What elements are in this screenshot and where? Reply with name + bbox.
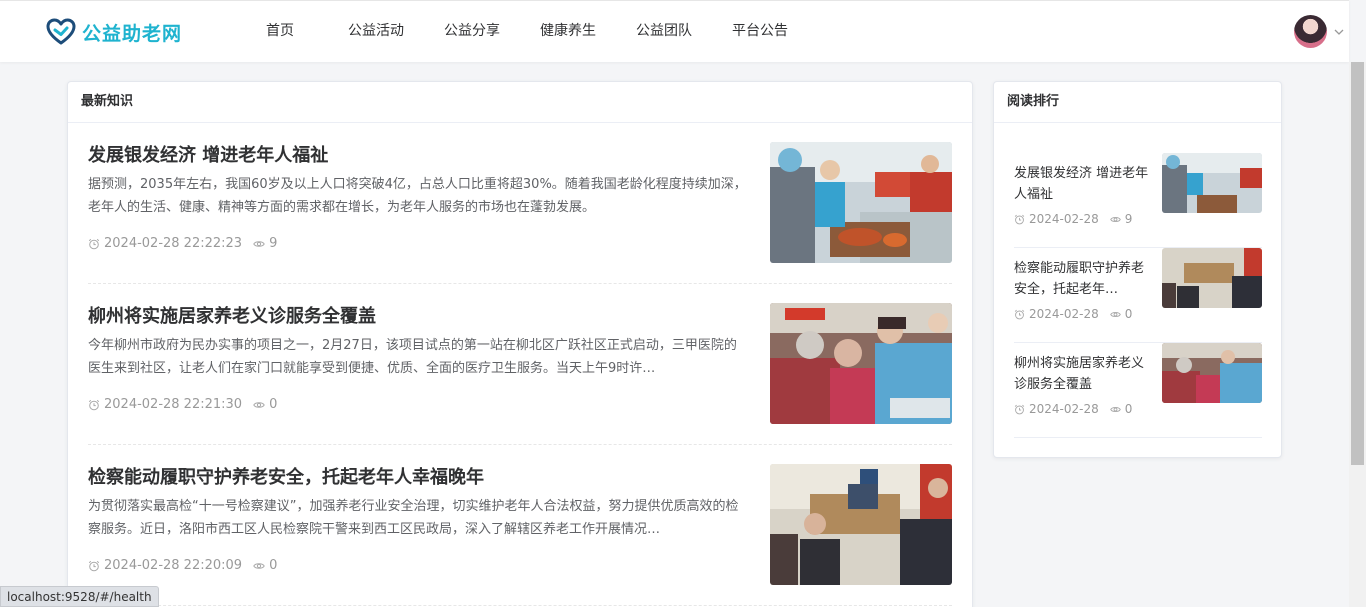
office-photo — [1162, 248, 1262, 308]
clinic-photo — [1162, 343, 1262, 403]
office-photo — [770, 464, 952, 585]
ranking-title[interactable]: 柳州将实施居家养老义诊服务全覆盖 — [1014, 353, 1150, 395]
canteen-photo — [1162, 153, 1262, 213]
ranking-meta: 2024-02-28 0 — [1014, 402, 1132, 416]
canteen-photo — [770, 142, 952, 263]
article-title[interactable]: 检察能动履职守护养老安全，托起老年人幸福晚年 — [88, 463, 484, 489]
alarm-clock-icon — [1014, 309, 1025, 319]
article-summary: 为贯彻落实最高检“十一号检察建议”，加强养老行业安全治理，切实维护老年人合法权益… — [88, 499, 739, 537]
ranking-views: 0 — [1124, 307, 1133, 321]
article-title[interactable]: 发展银发经济 增进老年人福祉 — [88, 141, 328, 167]
article-views: 9 — [269, 236, 278, 251]
article-summary: 今年柳州市政府为民办实事的项目之一，2月27日，该项目试点的第一站在柳北区广跃社… — [88, 338, 737, 376]
article-thumbnail[interactable] — [770, 303, 952, 424]
eye-icon — [253, 401, 265, 408]
ranking-thumbnail[interactable] — [1162, 248, 1262, 308]
alarm-clock-icon — [1014, 404, 1025, 414]
ranking-views: 0 — [1124, 402, 1133, 416]
eye-icon — [253, 562, 265, 569]
ranking-meta: 2024-02-28 0 — [1014, 307, 1132, 321]
user-menu[interactable] — [1294, 15, 1345, 48]
article-meta: 2024-02-28 22:20:09 0 — [88, 558, 277, 573]
main-nav: 首页 公益活动 公益分享 健康养生 公益团队 平台公告 — [232, 1, 808, 63]
ranking-date: 2024-02-28 — [1029, 307, 1099, 321]
article-time: 2024-02-28 22:22:23 — [104, 236, 243, 251]
latest-knowledge-card: 最新知识 发展银发经济 增进老年人福祉 据预测，2035年左右，我国60岁及以上… — [67, 81, 973, 607]
article-time: 2024-02-28 22:21:30 — [104, 397, 243, 412]
article-item[interactable]: 柳州将实施居家养老义诊服务全覆盖 今年柳州市政府为民办实事的项目之一，2月27日… — [88, 284, 952, 445]
eye-icon — [253, 240, 265, 247]
ranking-date: 2024-02-28 — [1029, 402, 1099, 416]
alarm-clock-icon — [88, 399, 100, 410]
avatar[interactable] — [1294, 15, 1327, 48]
ranking-meta: 2024-02-28 9 — [1014, 212, 1132, 226]
alarm-clock-icon — [1014, 214, 1025, 224]
ranking-thumbnail[interactable] — [1162, 153, 1262, 213]
eye-icon — [1109, 311, 1121, 317]
site-logo[interactable]: 公益助老网 — [46, 18, 182, 46]
ranking-item[interactable]: 检察能动履职守护养老安全，托起老年… 2024-02-28 0 — [1014, 248, 1262, 343]
chevron-down-icon[interactable] — [1333, 26, 1345, 38]
article-views: 0 — [269, 397, 278, 412]
article-item[interactable]: 检察能动履职守护养老安全，托起老年人幸福晚年 为贯彻落实最高检“十一号检察建议”… — [88, 445, 952, 606]
ranking-views: 9 — [1124, 212, 1133, 226]
card-title: 最新知识 — [68, 82, 972, 123]
article-meta: 2024-02-28 22:22:23 9 — [88, 236, 277, 251]
eye-icon — [1109, 216, 1121, 222]
scrollbar-thumb[interactable] — [1351, 62, 1364, 465]
eye-icon — [1109, 406, 1121, 412]
card-title: 阅读排行 — [994, 82, 1281, 123]
article-summary: 据预测，2035年左右，我国60岁及以上人口将突破4亿，占总人口比重将超30%。… — [88, 177, 747, 215]
article-views: 0 — [269, 558, 278, 573]
nav-activities[interactable]: 公益活动 — [328, 1, 424, 63]
article-title[interactable]: 柳州将实施居家养老义诊服务全覆盖 — [88, 302, 376, 328]
nav-announcements[interactable]: 平台公告 — [712, 1, 808, 63]
ranking-item[interactable]: 柳州将实施居家养老义诊服务全覆盖 2024-02-28 0 — [1014, 343, 1262, 438]
nav-home[interactable]: 首页 — [232, 1, 328, 63]
status-link-preview: localhost:9528/#/health — [0, 586, 159, 607]
ranking-date: 2024-02-28 — [1029, 212, 1099, 226]
ranking-thumbnail[interactable] — [1162, 343, 1262, 403]
logo-text: 公益助老网 — [82, 22, 183, 45]
clinic-photo — [770, 303, 952, 424]
article-item[interactable]: 发展银发经济 增进老年人福祉 据预测，2035年左右，我国60岁及以上人口将突破… — [88, 123, 952, 284]
ranking-item[interactable]: 发展银发经济 增进老年人福祉 2024-02-28 9 — [1014, 153, 1262, 248]
article-meta: 2024-02-28 22:21:30 0 — [88, 397, 277, 412]
article-time: 2024-02-28 22:20:09 — [104, 558, 243, 573]
heart-logo-icon — [46, 18, 76, 45]
reading-ranking-card: 阅读排行 发展银发经济 增进老年人福祉 2024-02-28 9 检察能动履职守… — [993, 81, 1282, 458]
ranking-title[interactable]: 检察能动履职守护养老安全，托起老年… — [1014, 258, 1150, 300]
nav-health[interactable]: 健康养生 — [520, 1, 616, 63]
page-scrollbar[interactable] — [1349, 62, 1366, 607]
alarm-clock-icon — [88, 560, 100, 571]
alarm-clock-icon — [88, 238, 100, 249]
article-thumbnail[interactable] — [770, 464, 952, 585]
nav-sharing[interactable]: 公益分享 — [424, 1, 520, 63]
ranking-title[interactable]: 发展银发经济 增进老年人福祉 — [1014, 163, 1150, 205]
article-thumbnail[interactable] — [770, 142, 952, 263]
nav-team[interactable]: 公益团队 — [616, 1, 712, 63]
top-navbar: 公益助老网 首页 公益活动 公益分享 健康养生 公益团队 平台公告 — [0, 0, 1349, 62]
